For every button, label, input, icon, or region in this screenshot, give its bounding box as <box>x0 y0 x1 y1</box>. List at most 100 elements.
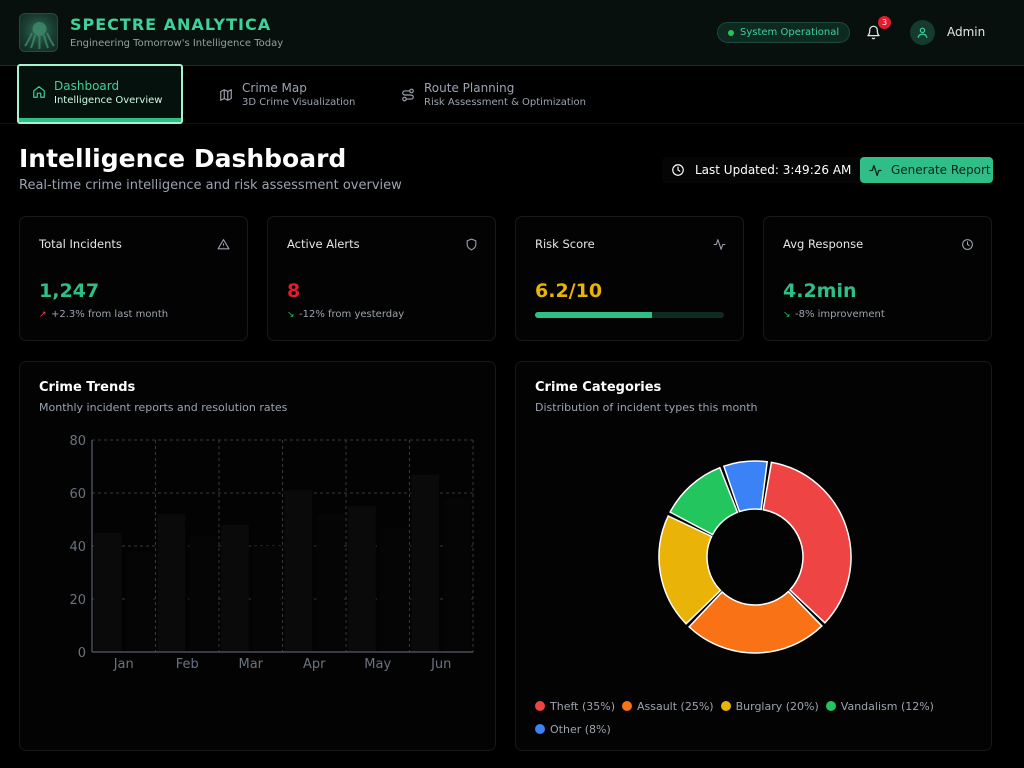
legend-label: Burglary (20%) <box>735 700 819 713</box>
trending-up-icon: ↗ <box>39 310 47 320</box>
bar <box>316 514 344 652</box>
clock-icon <box>962 239 973 250</box>
risk-score-progress-bar <box>535 312 724 318</box>
page-title: Intelligence Dashboard <box>19 144 347 173</box>
system-status-badge: System Operational <box>717 22 851 43</box>
bar <box>221 524 249 652</box>
generate-report-label: Generate Report <box>891 163 991 177</box>
pie-slice <box>762 461 852 624</box>
user-name[interactable]: Admin <box>947 25 985 39</box>
brand-tagline: Engineering Tomorrow's Intelligence Toda… <box>70 38 284 49</box>
legend-dot-icon <box>720 701 731 711</box>
alert-triangle-icon <box>217 239 230 250</box>
stat-card-total-incidents: Total Incidents 1,247 ↗ +2.3% from last m… <box>19 216 248 341</box>
tab-dashboard[interactable]: Dashboard Intelligence Overview <box>17 64 183 124</box>
active-tab-indicator <box>19 118 181 122</box>
generate-report-button[interactable]: Generate Report <box>860 157 993 183</box>
status-text: System Operational <box>740 27 840 38</box>
bar <box>252 546 281 652</box>
crime-trends-chart: 0 20 40 60 80 Jan Feb Mar Apr May Jun <box>69 434 474 672</box>
y-tick-label: 60 <box>69 487 86 502</box>
bar <box>157 514 186 652</box>
bar <box>125 551 154 652</box>
y-tick-label: 0 <box>78 646 86 661</box>
map-icon <box>220 89 232 101</box>
legend-item[interactable]: Burglary (20%) <box>720 695 819 718</box>
tab-title: Dashboard <box>54 79 120 93</box>
legend-dot-icon <box>535 724 545 734</box>
trending-down-icon: ↘ <box>287 310 295 320</box>
legend-dot-icon <box>621 701 632 711</box>
logo <box>19 13 58 52</box>
bar <box>411 474 440 652</box>
x-tick-label: Jun <box>430 657 451 672</box>
bell-icon[interactable] <box>866 25 881 40</box>
x-tick-label: Apr <box>303 657 326 672</box>
tab-title: Crime Map <box>242 81 307 95</box>
last-updated-indicator: Last Updated: 3:49:26 AM <box>662 157 864 183</box>
tab-subtitle: Intelligence Overview <box>54 95 163 106</box>
risk-score-progress-fill <box>535 312 653 318</box>
legend-item[interactable]: Assault (25%) <box>621 695 714 718</box>
tab-subtitle: 3D Crime Visualization <box>242 97 356 108</box>
stat-card-active-alerts: Active Alerts 8 ↘ -12% from yesterday <box>267 216 496 341</box>
y-tick-label: 20 <box>69 593 86 608</box>
x-tick-label: Jan <box>113 657 134 672</box>
status-dot-icon <box>728 30 734 36</box>
bar <box>94 532 122 652</box>
stat-value: 8 <box>287 280 301 302</box>
route-icon <box>402 88 414 102</box>
tab-title: Route Planning <box>424 81 515 95</box>
avatar[interactable] <box>910 20 935 45</box>
crime-trends-panel: Crime Trends Monthly incident reports an… <box>19 361 496 751</box>
clock-icon <box>672 164 684 176</box>
main-nav-tabs: Dashboard Intelligence Overview Crime Ma… <box>0 64 1024 124</box>
stat-change: ↗ +2.3% from last month <box>39 309 169 320</box>
legend-label: Vandalism (12%) <box>840 700 934 713</box>
bar <box>348 506 376 652</box>
stat-change: ↘ -8% improvement <box>783 309 885 320</box>
octopus-logo-icon <box>24 22 55 49</box>
app-header: SPECTRE ANALYTICA Engineering Tomorrow's… <box>0 0 1024 66</box>
brand-name: SPECTRE ANALYTICA <box>70 15 272 34</box>
activity-icon <box>713 239 726 250</box>
chart-legend: Theft (35%) Assault (25%) Burglary (20%) Va… <box>535 695 975 741</box>
y-tick-label: 80 <box>69 434 86 449</box>
bar <box>189 535 217 652</box>
trending-down-icon: ↘ <box>783 310 791 320</box>
stat-label: Total Incidents <box>39 237 122 251</box>
shield-icon <box>466 238 477 251</box>
stat-value: 4.2min <box>783 280 857 302</box>
legend-label: Assault (25%) <box>636 700 714 713</box>
y-tick-label: 40 <box>69 540 86 555</box>
stat-change: ↘ -12% from yesterday <box>287 309 405 320</box>
legend-item[interactable]: Vandalism (12%) <box>825 695 934 718</box>
crime-categories-panel: Crime Categories Distribution of inciden… <box>515 361 992 751</box>
tab-subtitle: Risk Assessment & Optimization <box>424 97 587 108</box>
x-tick-label: Feb <box>176 657 199 672</box>
tab-crime-map[interactable]: Crime Map 3D Crime Visualization <box>200 66 370 124</box>
x-tick-label: Mar <box>238 657 263 672</box>
stat-label: Avg Response <box>783 237 864 251</box>
crime-categories-chart <box>658 460 852 654</box>
stat-label: Active Alerts <box>287 237 360 251</box>
user-icon <box>917 27 928 38</box>
notification-count-badge: 3 <box>878 16 891 29</box>
page-subtitle: Real-time crime intelligence and risk as… <box>19 178 402 193</box>
activity-icon <box>869 164 882 177</box>
legend-dot-icon <box>825 701 836 711</box>
stat-card-risk-score: Risk Score 6.2/10 <box>515 216 744 341</box>
stat-label: Risk Score <box>535 237 595 251</box>
tab-route-planning[interactable]: Route Planning Risk Assessment & Optimiz… <box>382 66 602 124</box>
legend-item[interactable]: Theft (35%) <box>535 695 615 718</box>
legend-label: Other (8%) <box>550 723 611 736</box>
legend-dot-icon <box>535 701 545 711</box>
home-icon <box>33 86 45 98</box>
legend-item[interactable]: Other (8%) <box>535 718 611 741</box>
stat-value: 6.2/10 <box>535 280 603 302</box>
x-tick-label: May <box>364 657 391 672</box>
bar <box>443 498 471 652</box>
bar <box>379 527 408 652</box>
last-updated-text: Last Updated: 3:49:26 AM <box>695 163 852 177</box>
stat-value: 1,247 <box>39 280 100 302</box>
